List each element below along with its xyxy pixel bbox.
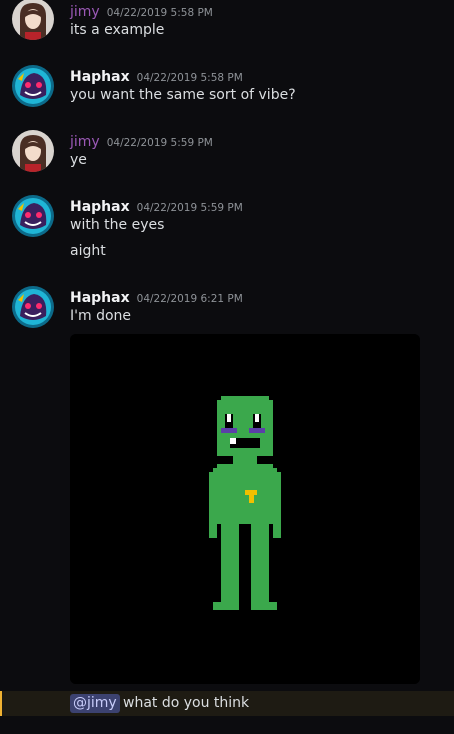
message-group: jimy 04/22/2019 5:59 PM ye — [0, 129, 454, 173]
user-avatar[interactable] — [12, 286, 54, 328]
purple-creature-avatar-icon — [12, 195, 54, 237]
message-text: you want the same sort of vibe? — [70, 87, 296, 103]
message-header: Haphax 04/22/2019 6:21 PM — [70, 287, 243, 307]
user-avatar[interactable] — [12, 195, 54, 237]
message-header: Haphax 04/22/2019 5:59 PM — [70, 196, 243, 216]
user-avatar[interactable] — [12, 130, 54, 172]
message-group: jimy 04/22/2019 5:58 PM its a example — [0, 0, 454, 44]
mention-message-row: @jimy what do you think — [0, 691, 454, 716]
timestamp: 04/22/2019 5:59 PM — [136, 202, 243, 214]
user-avatar[interactable] — [12, 0, 54, 40]
username[interactable]: Haphax — [70, 290, 130, 306]
username[interactable]: Haphax — [70, 69, 130, 85]
message-text: with the eyes — [70, 217, 165, 233]
image-attachment[interactable] — [70, 334, 420, 684]
username[interactable]: jimy — [70, 4, 100, 20]
timestamp: 04/22/2019 5:58 PM — [106, 7, 213, 19]
message-header: jimy 04/22/2019 5:58 PM — [70, 1, 213, 21]
chat-log: jimy 04/22/2019 5:58 PM its a example Hap… — [0, 0, 454, 734]
username[interactable]: Haphax — [70, 199, 130, 215]
green-pixel-character-image — [70, 334, 420, 684]
message-group: Haphax 04/22/2019 5:59 PM with the eyes a… — [0, 194, 454, 264]
message-text: ye — [70, 152, 87, 168]
anime-girl-avatar-icon — [12, 130, 54, 172]
message-text: its a example — [70, 22, 165, 38]
timestamp: 04/22/2019 6:21 PM — [136, 293, 243, 305]
message-text: what do you think — [123, 695, 250, 711]
purple-creature-avatar-icon — [12, 286, 54, 328]
message-group: Haphax 04/22/2019 5:58 PM you want the sa… — [0, 64, 454, 108]
message-text: aight — [70, 243, 106, 259]
user-mention[interactable]: @jimy — [70, 694, 120, 713]
username[interactable]: jimy — [70, 134, 100, 150]
message-header: jimy 04/22/2019 5:59 PM — [70, 131, 213, 151]
message-group: Haphax 04/22/2019 6:21 PM I'm done — [0, 285, 454, 328]
user-avatar[interactable] — [12, 65, 54, 107]
anime-girl-avatar-icon — [12, 0, 54, 40]
timestamp: 04/22/2019 5:58 PM — [136, 72, 243, 84]
message-text: I'm done — [70, 308, 132, 324]
timestamp: 04/22/2019 5:59 PM — [106, 137, 213, 149]
purple-creature-avatar-icon — [12, 65, 54, 107]
message-header: Haphax 04/22/2019 5:58 PM — [70, 66, 243, 86]
